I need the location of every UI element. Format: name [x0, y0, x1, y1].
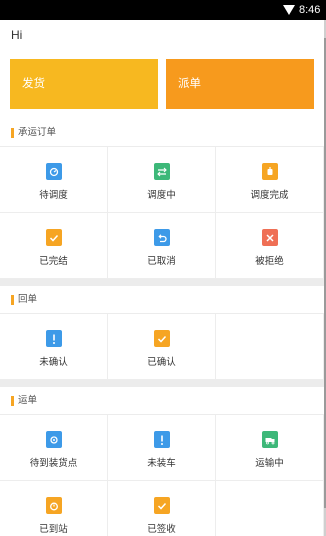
grid-item-rejected[interactable]: 被拒绝	[216, 213, 324, 279]
waybills-grid: 待到装货点 未装车 运输中 已到站 已签收	[0, 415, 324, 536]
dispatch-done-icon	[262, 163, 278, 180]
grid-item-empty	[216, 481, 324, 536]
grid-item-pending-dispatch[interactable]: 待调度	[0, 147, 108, 213]
grid-item-unconfirmed[interactable]: 未确认	[0, 314, 108, 380]
app-content: Hi 发货 派单 承运订单 待调度 调度中 调度完成 已完结 已取消 被拒绝 回…	[0, 20, 324, 536]
dispatching-icon	[154, 163, 170, 180]
grid-item-label: 已取消	[147, 256, 176, 267]
in-transit-icon	[262, 431, 278, 448]
grid-item-not-loaded[interactable]: 未装车	[108, 415, 216, 481]
grid-item-confirmed[interactable]: 已确认	[108, 314, 216, 380]
grid-item-cancelled[interactable]: 已取消	[108, 213, 216, 279]
signed-icon	[154, 497, 170, 514]
completed-icon	[46, 229, 62, 246]
grid-item-label: 待到装货点	[29, 458, 78, 469]
grid-item-signed[interactable]: 已签收	[108, 481, 216, 536]
wifi-icon	[283, 5, 295, 15]
rejected-icon	[262, 229, 278, 246]
section-gap	[0, 279, 324, 286]
section-title-orders: 承运订单	[11, 126, 56, 140]
grid-item-label: 运输中	[255, 458, 284, 469]
section-title-waybills: 运单	[11, 394, 37, 408]
grid-item-label: 调度中	[147, 190, 176, 201]
section-gap	[0, 380, 324, 387]
grid-item-arrived[interactable]: 已到站	[0, 481, 108, 536]
dispatch-button[interactable]: 派单	[166, 59, 314, 109]
unconfirmed-icon	[46, 330, 62, 347]
pending-dispatch-icon	[46, 163, 62, 180]
grid-item-dispatching[interactable]: 调度中	[108, 147, 216, 213]
confirmed-icon	[154, 330, 170, 347]
grid-item-label: 调度完成	[250, 190, 289, 201]
status-bar: 8:46	[0, 0, 326, 20]
grid-item-pickup-location[interactable]: 待到装货点	[0, 415, 108, 481]
grid-item-label: 被拒绝	[255, 256, 284, 267]
grid-item-completed[interactable]: 已完结	[0, 213, 108, 279]
grid-item-label: 未装车	[147, 458, 176, 469]
status-time: 8:46	[299, 4, 321, 16]
ship-button[interactable]: 发货	[10, 59, 158, 109]
grid-item-label: 已确认	[147, 357, 176, 368]
grid-item-dispatch-done[interactable]: 调度完成	[216, 147, 324, 213]
grid-item-in-transit[interactable]: 运输中	[216, 415, 324, 481]
grid-item-label: 已签收	[147, 524, 176, 535]
section-title-receipts: 回单	[11, 293, 37, 307]
grid-item-label: 未确认	[39, 357, 68, 368]
greeting: Hi	[11, 28, 23, 42]
receipts-grid: 未确认 已确认	[0, 314, 324, 380]
grid-item-label: 已完结	[39, 256, 68, 267]
grid-item-label: 已到站	[39, 524, 68, 535]
grid-item-label: 待调度	[39, 190, 68, 201]
grid-item-empty	[216, 314, 324, 380]
orders-grid: 待调度 调度中 调度完成 已完结 已取消 被拒绝	[0, 147, 324, 279]
arrived-icon	[46, 497, 62, 514]
not-loaded-icon	[154, 431, 170, 448]
cancelled-icon	[154, 229, 170, 246]
pickup-location-icon	[46, 431, 62, 448]
